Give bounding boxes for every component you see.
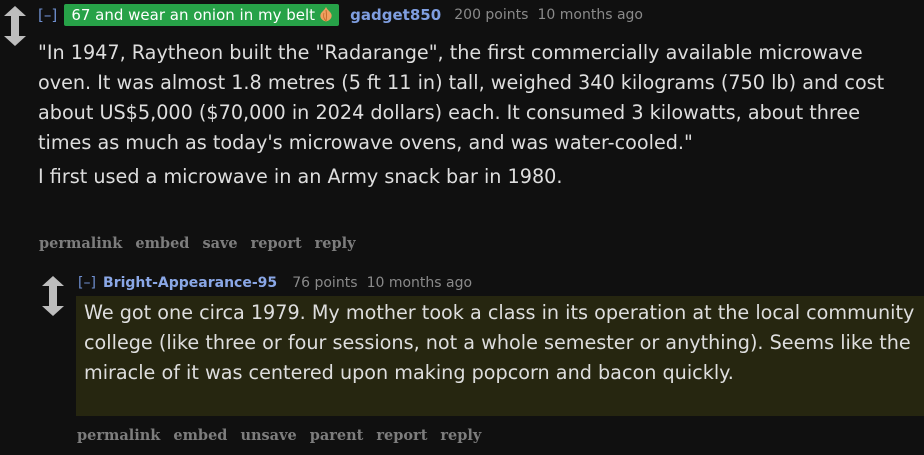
embed-button[interactable]: embed (135, 235, 189, 252)
author-link[interactable]: gadget850 (350, 6, 441, 24)
comment-paragraph: We got one circa 1979. My mother took a … (84, 301, 915, 384)
parent-button[interactable]: parent (310, 427, 364, 444)
comment-body: "In 1947, Raytheon built the "Radarange"… (38, 38, 918, 196)
collapse-toggle[interactable]: [–] (78, 275, 96, 291)
timestamp: 10 months ago (366, 274, 473, 291)
permalink-button[interactable]: permalink (39, 235, 122, 252)
comment-paragraph: I first used a microwave in an Army snac… (38, 165, 563, 188)
score: 76 points (292, 274, 358, 291)
downvote-icon[interactable] (4, 26, 26, 46)
score: 200 points (454, 7, 529, 23)
comment-paragraph: "In 1947, Raytheon built the "Radarange"… (38, 41, 885, 154)
permalink-button[interactable]: permalink (77, 427, 160, 444)
report-button[interactable]: report (376, 427, 427, 444)
unsave-button[interactable]: unsave (240, 427, 296, 444)
upvote-icon[interactable] (42, 276, 64, 296)
comment-actions: permalink embed save report reply (39, 235, 369, 252)
user-flair: 67 and wear an onion in my belt (64, 4, 340, 26)
comment-tagline: [–] Bright-Appearance-95 76 points 10 mo… (78, 272, 472, 292)
collapse-toggle[interactable]: [–] (38, 6, 57, 24)
vote-controls (4, 6, 26, 46)
upvote-icon[interactable] (4, 6, 26, 26)
flair-text: 67 and wear an onion in my belt (71, 6, 316, 24)
vote-controls (42, 276, 64, 316)
reply-button[interactable]: reply (440, 427, 481, 444)
report-button[interactable]: report (251, 235, 302, 252)
save-button[interactable]: save (202, 235, 237, 252)
comment-body-highlighted: We got one circa 1979. My mother took a … (76, 296, 924, 416)
reply-button[interactable]: reply (315, 235, 356, 252)
comment-actions: permalink embed unsave parent report reply (77, 427, 494, 444)
timestamp: 10 months ago (537, 7, 643, 23)
onion-icon (319, 7, 333, 22)
author-link[interactable]: Bright-Appearance-95 (103, 275, 277, 291)
embed-button[interactable]: embed (173, 427, 227, 444)
downvote-icon[interactable] (42, 296, 64, 316)
comment-tagline: [–] 67 and wear an onion in my belt gadg… (38, 4, 643, 28)
